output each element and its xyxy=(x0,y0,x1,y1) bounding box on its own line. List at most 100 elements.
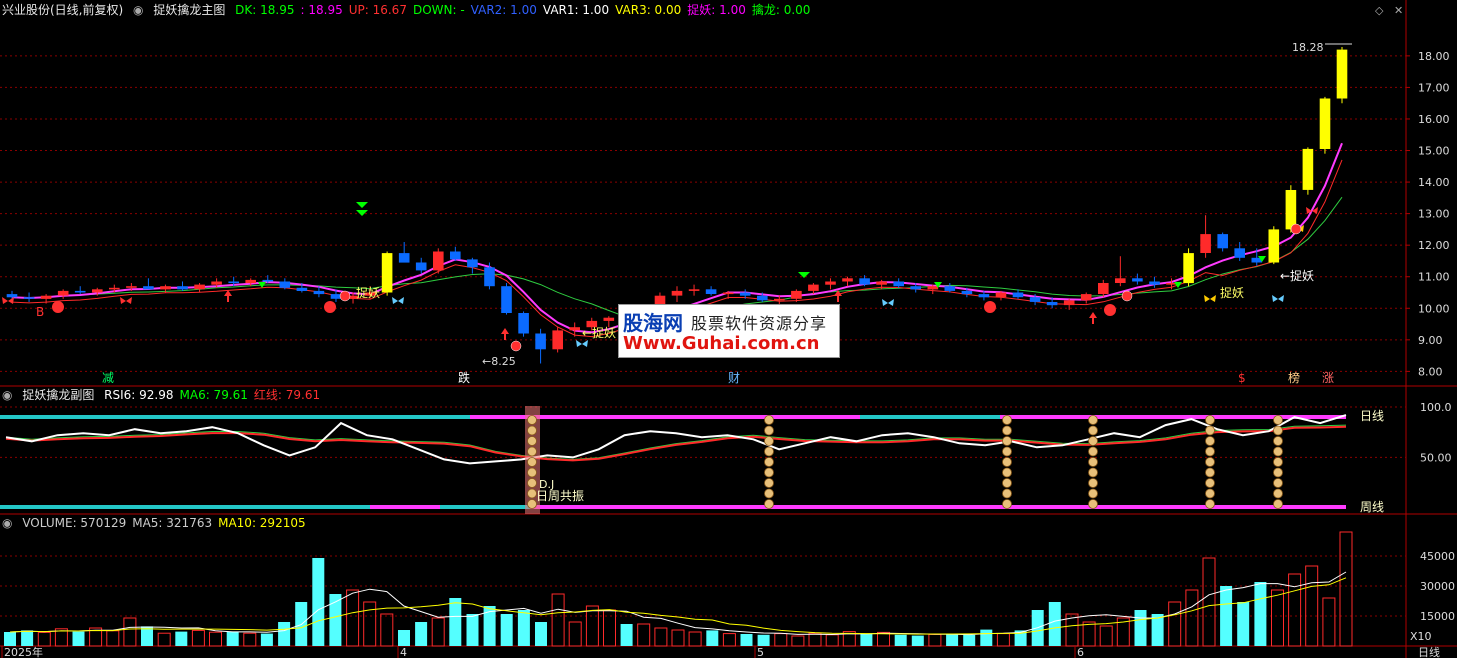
money-bag-icon xyxy=(1088,488,1098,499)
volume-bar xyxy=(1254,582,1267,646)
main-indicator-name[interactable]: 捉妖擒龙主图 xyxy=(153,3,225,17)
volume-bar xyxy=(398,630,410,646)
volume-bar xyxy=(946,633,959,646)
coin-icon xyxy=(984,301,996,313)
vol-axis-label: 30000 xyxy=(1420,580,1455,593)
money-bag-icon xyxy=(1273,457,1283,467)
signal-dot-icon xyxy=(1290,223,1302,235)
volume-bar xyxy=(1288,573,1302,647)
volume-bar xyxy=(894,634,907,646)
watermark-url: Www.Guhai.com.cn xyxy=(623,333,820,354)
candle-body xyxy=(381,253,393,293)
money-bag-icon xyxy=(1088,499,1098,509)
volume-bar xyxy=(808,632,822,647)
indicator-toggle-icon[interactable]: ◉ xyxy=(2,388,12,402)
candle-body xyxy=(1183,253,1194,284)
candle-body xyxy=(774,298,785,301)
candle-body xyxy=(688,289,700,291)
money-bag-icon xyxy=(1088,446,1098,457)
candle-body xyxy=(961,290,973,295)
money-bag-icon xyxy=(1002,478,1012,488)
candle-body xyxy=(1217,234,1228,249)
candle-body xyxy=(671,290,683,296)
signal-label: 财 xyxy=(728,371,740,385)
money-bag-icon xyxy=(1205,499,1215,509)
signal-label: $ xyxy=(1238,371,1246,385)
volume-bar xyxy=(757,634,770,646)
volume-bar xyxy=(791,635,805,647)
down-arrow-icon xyxy=(798,272,810,278)
sub-indicator-values: RSI6: 92.98 MA6: 79.61 红线: 79.61 xyxy=(104,388,326,402)
money-bag-icon xyxy=(1205,415,1215,425)
week-band-line xyxy=(440,505,530,509)
indicator-toggle-icon[interactable]: ◉ xyxy=(2,516,12,530)
money-bag-icon xyxy=(1002,499,1012,509)
volume-bar xyxy=(21,630,34,646)
money-bag-icon xyxy=(1088,436,1098,446)
week-band-line xyxy=(530,505,1346,509)
diamond-icon[interactable]: ◇ xyxy=(1375,4,1383,17)
money-bag-icon xyxy=(527,436,537,446)
volume-bar xyxy=(4,632,16,646)
volume-bar xyxy=(774,633,788,647)
signal-dot-icon xyxy=(339,290,351,302)
candle-body xyxy=(398,253,410,263)
volume-bar xyxy=(175,631,188,646)
volume-bar xyxy=(603,609,616,647)
volume-bar xyxy=(1168,601,1182,647)
candle-body xyxy=(245,279,256,284)
candle-body xyxy=(228,281,239,284)
money-bag-icon xyxy=(527,415,537,425)
coin-icon xyxy=(52,301,64,313)
volume-bar xyxy=(500,614,513,646)
volume-bar xyxy=(706,630,719,646)
price-axis-label: 9.00 xyxy=(1418,334,1443,347)
vol-value-1: MA5: 321763 xyxy=(132,516,213,530)
money-bag-icon xyxy=(527,425,537,436)
money-bag-icon xyxy=(1273,467,1283,478)
candle-body xyxy=(1098,283,1109,294)
volume-bar xyxy=(431,617,445,647)
candle-body xyxy=(330,294,342,299)
candle-body xyxy=(262,279,274,282)
candle-body xyxy=(92,289,103,293)
vol-value-2: MA10: 292105 xyxy=(218,516,306,530)
money-bag-icon xyxy=(764,488,774,499)
butterfly-icon xyxy=(1272,295,1284,302)
main-value-6: VAR3: 0.00 xyxy=(615,3,682,17)
money-bag-icon xyxy=(1273,415,1283,425)
candle-body xyxy=(40,295,52,299)
money-bag-icon xyxy=(1088,415,1098,425)
week-band-line xyxy=(0,505,370,509)
candle-body xyxy=(910,286,921,290)
candle-body xyxy=(177,286,188,290)
money-bag-icon xyxy=(1273,446,1283,457)
week-line-label: 周线 xyxy=(1360,500,1384,514)
money-bag-icon xyxy=(1205,446,1215,457)
volume-bar xyxy=(1322,597,1336,647)
volume-bar xyxy=(1202,557,1216,647)
low-price-label: ←8.25 xyxy=(482,355,516,368)
candle-body xyxy=(467,259,478,268)
candle-body xyxy=(995,292,1007,298)
up-arrow-icon xyxy=(1089,312,1097,324)
money-bag-icon xyxy=(764,425,774,436)
signal-label: 跌 xyxy=(458,370,470,385)
candle-body xyxy=(518,313,529,334)
money-bag-icon xyxy=(764,478,774,488)
close-icon[interactable]: ✕ xyxy=(1394,4,1403,17)
volume-bar xyxy=(312,558,325,646)
main-value-2: UP: 16.67 xyxy=(348,3,407,17)
money-bag-icon xyxy=(1002,446,1012,457)
volume-bar xyxy=(1048,602,1061,646)
stock-title: 兴业股份(日线,前复权) xyxy=(2,3,124,17)
money-bag-icon xyxy=(1088,457,1098,467)
indicator-toggle-icon[interactable]: ◉ xyxy=(133,3,143,17)
sub-indicator-name[interactable]: 捉妖擒龙副图 xyxy=(22,388,94,402)
watermark-brand: 股海网 xyxy=(623,311,683,335)
candle-body xyxy=(842,278,853,282)
up-arrow-icon xyxy=(224,290,232,302)
watermark: 股海网 股票软件资源分享 Www.Guhai.com.cn xyxy=(618,304,840,358)
signal-label: 减 xyxy=(102,371,114,385)
main-value-1: : 18.95 xyxy=(300,3,343,17)
